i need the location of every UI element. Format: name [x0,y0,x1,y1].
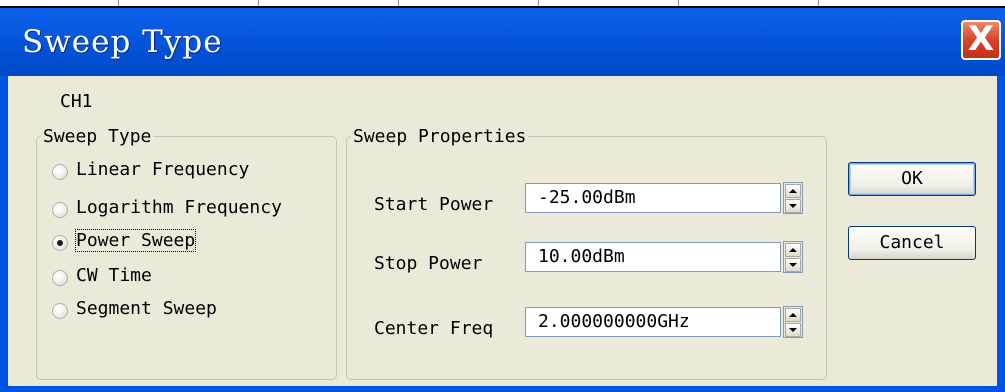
start-power-label: Start Power [374,194,494,215]
radio-linear-frequency[interactable]: Linear Frequency [52,159,292,187]
stop-power-spinner [783,241,803,273]
start-power-spinner [783,182,803,214]
radio-indicator [52,303,68,319]
dialog-body: CH1 Sweep Type Linear Frequency Logarith… [8,76,997,386]
radio-label: CW Time [76,265,152,286]
radio-segment-sweep[interactable]: Segment Sweep [52,298,262,326]
radio-cw-time[interactable]: CW Time [52,265,192,293]
spin-down-button[interactable] [785,323,801,337]
close-button[interactable]: X [961,20,1001,60]
cancel-button[interactable]: Cancel [848,226,976,260]
sweep-properties-legend: Sweep Properties [353,126,527,147]
radio-indicator [52,270,68,286]
spin-down-button[interactable] [785,199,801,213]
arrow-up-icon [789,313,797,317]
channel-label: CH1 [60,91,93,112]
title-bar[interactable]: Sweep Type X [0,8,1005,76]
arrow-up-icon [789,189,797,193]
arrow-down-icon [789,263,797,267]
radio-label: Logarithm Frequency [76,197,282,218]
dialog-title: Sweep Type [22,24,223,60]
sweep-type-dialog: Sweep Type X CH1 Sweep Type Linear Frequ… [0,8,1005,392]
radio-indicator [52,235,68,251]
spin-up-button[interactable] [785,243,801,257]
arrow-down-icon [789,328,797,332]
radio-indicator [52,164,68,180]
spin-up-button[interactable] [785,308,801,322]
radio-selected-dot [57,240,63,246]
radio-power-sweep[interactable]: Power Sweep [52,229,232,258]
radio-label: Power Sweep [74,229,197,252]
radio-label: Linear Frequency [76,159,250,180]
center-freq-field[interactable]: 2.000000000GHz [525,307,781,337]
radio-label: Segment Sweep [76,298,217,319]
close-icon: X [967,19,995,59]
radio-indicator [52,202,68,218]
stop-power-field[interactable]: 10.00dBm [525,242,781,272]
radio-logarithm-frequency[interactable]: Logarithm Frequency [52,197,327,225]
background-strip [0,0,1005,8]
ok-button[interactable]: OK [848,162,976,196]
spin-up-button[interactable] [785,184,801,198]
start-power-field[interactable]: -25.00dBm [525,183,781,213]
sweep-type-legend: Sweep Type [43,126,152,147]
center-freq-spinner [783,306,803,338]
stop-power-label: Stop Power [374,253,483,274]
arrow-up-icon [789,248,797,252]
spin-down-button[interactable] [785,258,801,272]
arrow-down-icon [789,204,797,208]
center-freq-label: Center Freq [374,318,494,339]
